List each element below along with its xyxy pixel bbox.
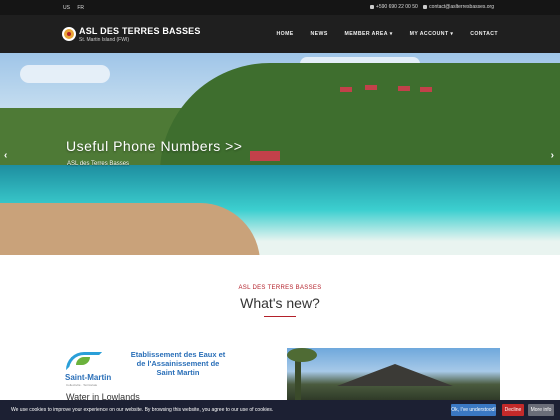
cookie-decline-button[interactable]: Decline (502, 404, 524, 416)
news-card-image[interactable] (287, 348, 500, 400)
logo-emblem-icon (62, 27, 76, 41)
phone-text: +590 690 22 00 50 (375, 4, 418, 10)
top-bar: US FR +590 690 22 00 50 contact@aslterre… (0, 0, 560, 15)
top-contact: +590 690 22 00 50 contact@aslterresbasse… (366, 4, 494, 10)
cookie-more-info-button[interactable]: More info (528, 404, 554, 416)
news-card-image[interactable]: Saint-Martin Collectivité · Territoriale… (62, 347, 230, 389)
cloud-shape (20, 65, 110, 83)
language-fr-link[interactable]: FR (77, 5, 84, 11)
heading-divider (264, 316, 296, 317)
phone-link[interactable]: +590 690 22 00 50 (369, 4, 418, 10)
nav-contact[interactable]: CONTACT (470, 31, 498, 37)
villa-shape (250, 151, 280, 161)
logo-tag: Collectivité · Territoriale (66, 383, 98, 387)
hero-subtitle: ASL des Terres Basses (67, 161, 130, 167)
slider-next-arrow-icon[interactable]: › (551, 150, 554, 161)
chevron-down-icon: ▾ (450, 31, 454, 37)
main-nav: HOME NEWS MEMBER AREA ▾ MY ACCOUNT ▾ CON… (262, 31, 499, 37)
cookie-banner: We use cookies to improve your experienc… (0, 400, 560, 420)
hero-slider: Useful Phone Numbers >> ASL des Terres B… (0, 53, 560, 255)
language-switcher: US FR (63, 5, 90, 11)
villa-shape (420, 87, 432, 92)
email-link[interactable]: contact@aslterresbasses.org (423, 4, 494, 10)
phone-icon (369, 4, 374, 9)
saint-martin-logo: Saint-Martin Collectivité · Territoriale (62, 349, 122, 389)
nav-my-account-label: MY ACCOUNT (409, 31, 449, 37)
nav-news[interactable]: NEWS (311, 31, 328, 37)
card-image-text: Etablissement des Eaux et de l'Assainiss… (130, 350, 226, 377)
logo-name: Saint-Martin (65, 373, 112, 382)
beach-area (0, 203, 260, 255)
hero-title-link[interactable]: Useful Phone Numbers >> (66, 138, 242, 154)
cookie-accept-button[interactable]: Ok, I've understood! (451, 404, 496, 416)
site-header: ASL DES TERRES BASSES St. Martin Island … (0, 15, 560, 53)
nav-member-area-label: MEMBER AREA (344, 31, 388, 37)
hillside-right (160, 63, 560, 173)
section-heading: What's new? (240, 295, 320, 311)
logo-title: ASL DES TERRES BASSES (79, 26, 201, 36)
logo-subtitle: St. Martin Island (FWI) (79, 37, 130, 43)
gazebo-roof (337, 364, 453, 386)
language-us-link[interactable]: US (63, 5, 70, 11)
nav-my-account[interactable]: MY ACCOUNT ▾ (410, 31, 454, 37)
email-text: contact@aslterresbasses.org (429, 4, 494, 10)
villa-shape (398, 86, 410, 91)
envelope-icon (423, 4, 428, 9)
cookie-message: We use cookies to improve your experienc… (11, 407, 274, 413)
palm-fronds (287, 348, 317, 362)
villa-shape (365, 85, 377, 90)
chevron-down-icon: ▾ (389, 31, 393, 37)
slider-prev-arrow-icon[interactable]: ‹ (4, 150, 7, 161)
nav-home[interactable]: HOME (277, 31, 294, 37)
villa-shape (340, 87, 352, 92)
section-kicker: ASL DES TERRES BASSES (238, 285, 322, 291)
nav-member-area[interactable]: MEMBER AREA ▾ (345, 31, 393, 37)
